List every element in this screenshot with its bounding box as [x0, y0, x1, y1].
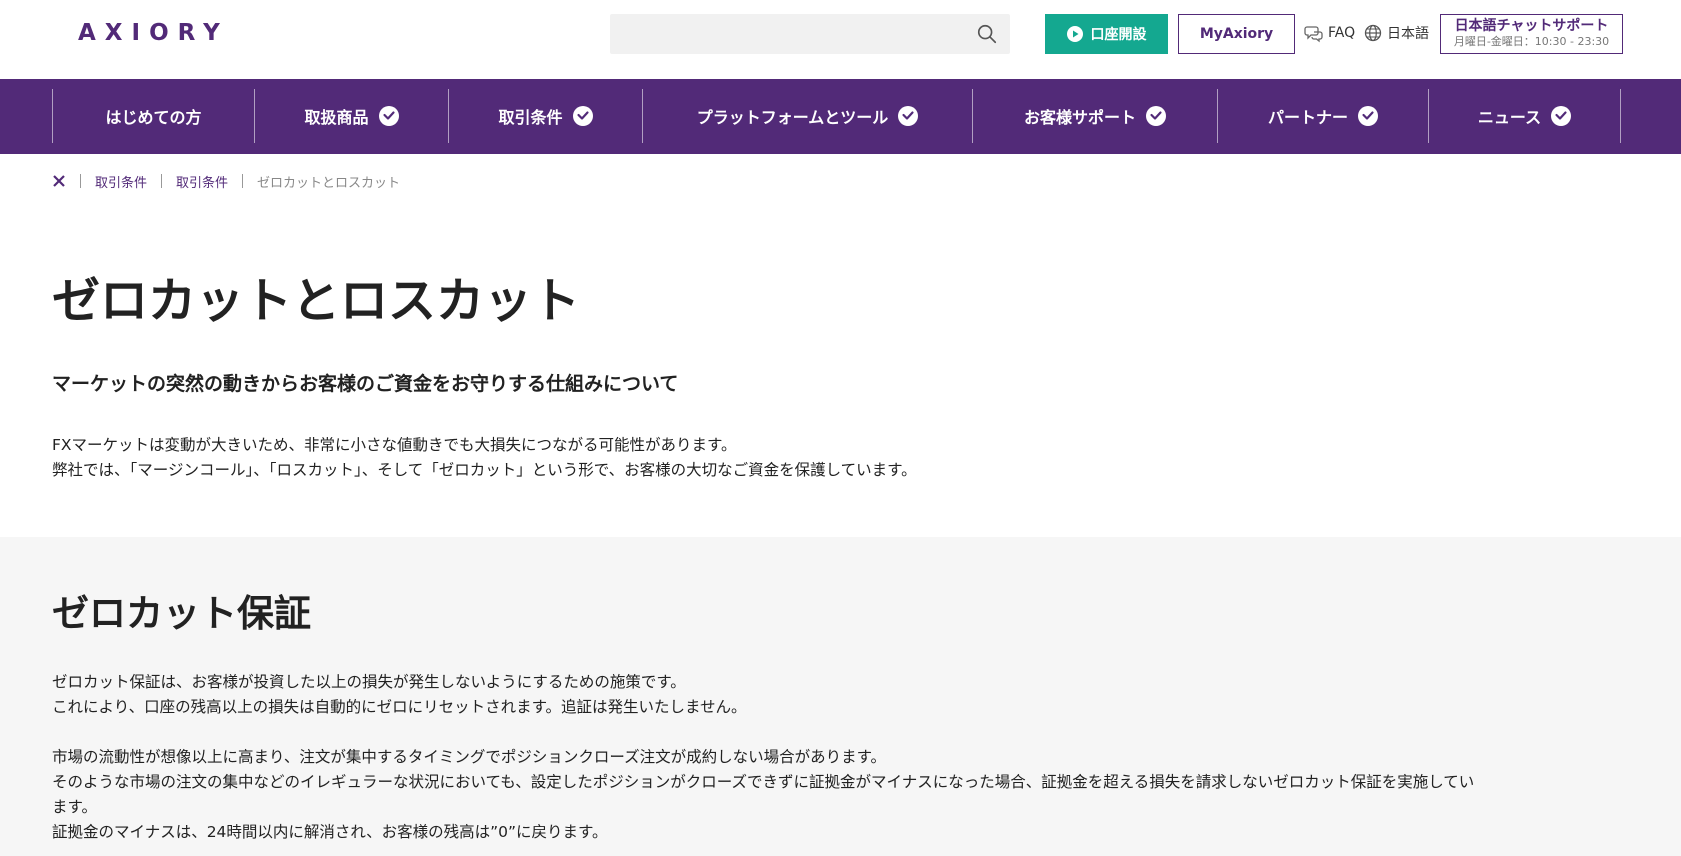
body-line: 市場の流動性が想像以上に高まり、注文が集中するタイミングでポジションクローズ注文… — [52, 748, 887, 766]
breadcrumb-link[interactable]: 取引条件 — [95, 172, 147, 191]
breadcrumb: 取引条件 取引条件 ゼロカットとロスカット — [52, 170, 400, 192]
chat-support-hours: 月曜日-金曜日：10:30 - 23:30 — [1453, 35, 1610, 48]
home-logo-icon[interactable] — [52, 174, 66, 188]
chevron-down-icon — [1551, 106, 1572, 126]
open-account-label: 口座開設 — [1090, 27, 1147, 43]
open-account-button[interactable]: 口座開設 — [1045, 14, 1168, 54]
breadcrumb-link[interactable]: 取引条件 — [176, 172, 228, 191]
breadcrumb-current: ゼロカットとロスカット — [257, 175, 401, 191]
breadcrumb-separator — [242, 174, 244, 188]
nav-item-label: はじめての方 — [105, 108, 202, 127]
nav-item-label: パートナー — [1267, 108, 1348, 127]
play-icon — [1066, 26, 1083, 42]
chevron-down-icon — [1358, 106, 1378, 126]
faq-link[interactable]: FAQ — [1304, 22, 1355, 44]
body-line: ます。 — [52, 798, 97, 816]
page-subtitle: マーケットの突然の動きからお客様のご資金をお守りする仕組みについて — [52, 373, 679, 395]
nav-item-label: お客様サポート — [1023, 108, 1136, 127]
nav-item-beginners[interactable]: はじめての方 — [52, 89, 254, 143]
chat-support-title: 日本語チャットサポート — [1454, 18, 1609, 34]
faq-icon — [1304, 26, 1323, 43]
chevron-down-icon — [1146, 106, 1166, 126]
language-selector[interactable]: 日本語 — [1364, 22, 1429, 44]
nav-item-customer-support[interactable]: お客様サポート — [972, 89, 1217, 143]
chevron-down-icon — [898, 106, 919, 126]
body-line: そのような市場の注文の集中などのイレギュラーな状況においても、設定したポジション… — [52, 773, 1475, 791]
intro-line: 弊社では、「マージンコール」、「ロスカット」、そして「ゼロカット」という形で、お… — [52, 461, 917, 479]
nav-item-label: ニュース — [1477, 108, 1542, 127]
section-title: ゼロカット保証 — [52, 592, 311, 635]
nav-item-news[interactable]: ニュース — [1428, 89, 1621, 143]
search-icon[interactable] — [976, 23, 998, 45]
intro-line: FXマーケットは変動が大きいため、非常に小さな値動きでも大損失につながる可能性が… — [52, 436, 737, 454]
globe-icon — [1364, 24, 1382, 42]
chevron-down-icon — [378, 106, 399, 126]
nav-item-partners[interactable]: パートナー — [1217, 89, 1428, 143]
faq-label: FAQ — [1328, 25, 1356, 41]
my-axiory-button[interactable]: MyAxiory — [1178, 14, 1295, 54]
search-bar — [610, 14, 1010, 54]
main-nav: はじめての方 取扱商品 取引条件 プラットフォームとツール お客様サポート パー… — [0, 79, 1681, 154]
my-axiory-label: MyAxiory — [1199, 26, 1274, 42]
body-line: これにより、口座の残高以上の損失は自動的にゼロにリセットされます。追証は発生いた… — [52, 698, 747, 716]
body-line: 証拠金のマイナスは、24時間以内に解消され、お客様の残高は”0”に戻ります。 — [52, 823, 608, 841]
chevron-down-icon — [572, 106, 593, 126]
nav-item-label: プラットフォームとツール — [696, 108, 889, 127]
language-label: 日本語 — [1387, 26, 1429, 42]
intro-text: FXマーケットは変動が大きいため、非常に小さな値動きでも大損失につながる可能性が… — [52, 433, 917, 483]
nav-item-label: 取引条件 — [498, 108, 563, 127]
axiory-logo[interactable]: AXIORY — [78, 20, 229, 46]
section-body: ゼロカット保証は、お客様が投資した以上の損失が発生しないようにするための施策です… — [52, 670, 1632, 845]
nav-item-platforms-tools[interactable]: プラットフォームとツール — [642, 89, 972, 143]
chat-support-button[interactable]: 日本語チャットサポート 月曜日-金曜日：10:30 - 23:30 — [1440, 14, 1623, 54]
site-header: AXIORY 口座開設 MyAxiory FAQ 日本語 日本語チャットサポート… — [0, 0, 1681, 79]
breadcrumb-separator — [161, 174, 163, 188]
search-input[interactable] — [610, 14, 960, 54]
page-title: ゼロカットとロスカット — [52, 273, 581, 329]
nav-item-products[interactable]: 取扱商品 — [254, 89, 448, 143]
breadcrumb-separator — [80, 174, 81, 188]
logo-text: AXIORY — [78, 20, 229, 46]
body-line: ゼロカット保証は、お客様が投資した以上の損失が発生しないようにするための施策です… — [52, 673, 686, 691]
nav-item-label: 取扱商品 — [304, 108, 369, 127]
nav-item-trading-conditions[interactable]: 取引条件 — [448, 89, 642, 143]
